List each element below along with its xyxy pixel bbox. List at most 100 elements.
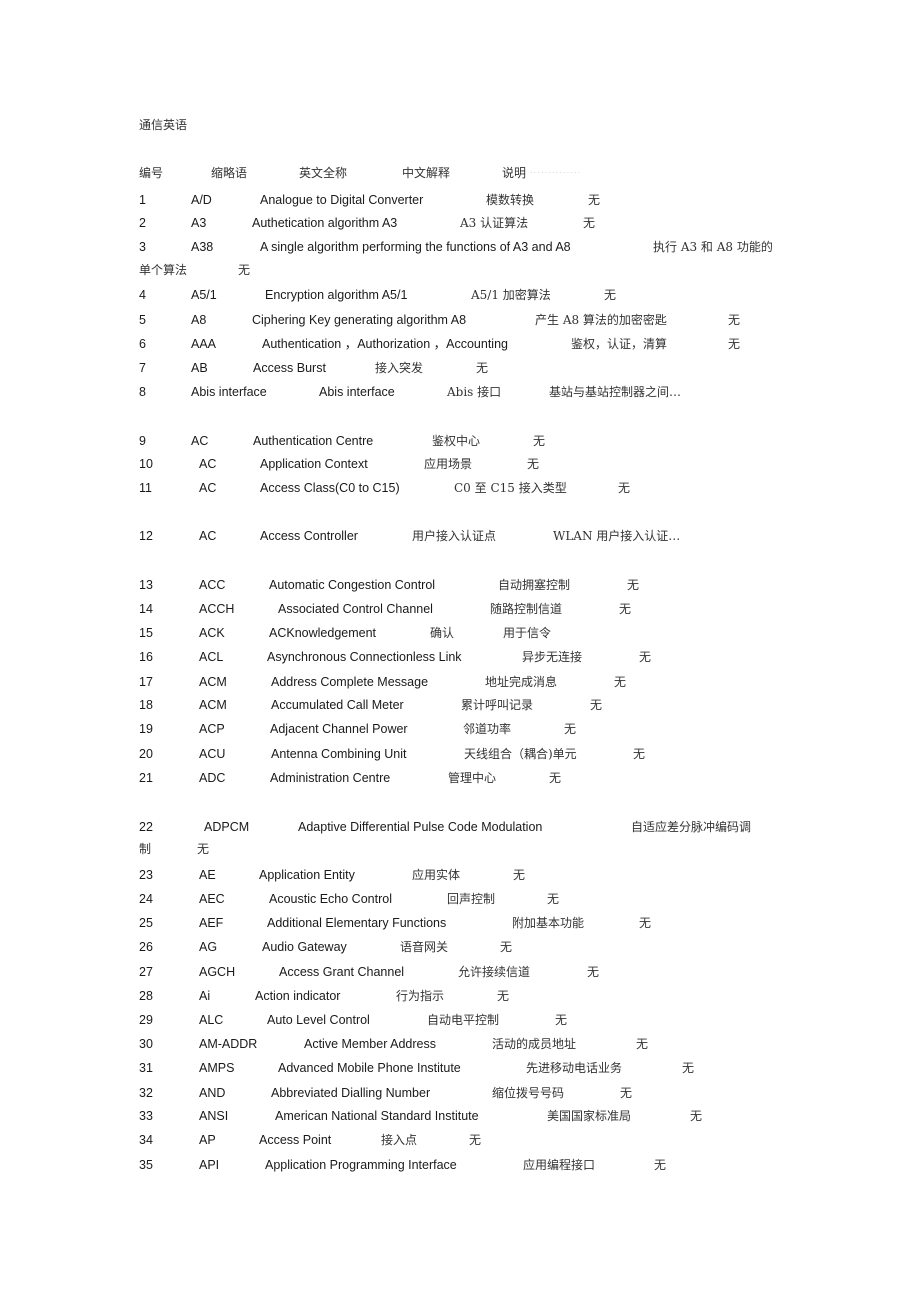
entry-note: 无 <box>633 747 646 761</box>
entry-chinese-name: 回声控制 <box>447 892 496 906</box>
entry-row: 15 ACK ACKnowledgement 确认 用于信令 <box>0 624 920 642</box>
entry-row: 1 A/D Analogue to Digital Converter 模数转换 无 <box>0 191 920 209</box>
entry-note: 无 <box>614 675 627 689</box>
entry-chinese-name: C0 至 C15 接入类型 <box>454 481 567 495</box>
entry-row: 7 AB Access Burst 接入突发 无 <box>0 359 920 377</box>
entry-row: 17 ACM Address Complete Message 地址完成消息 无 <box>0 673 920 691</box>
entry-chinese-name-continued: 制 <box>139 842 152 856</box>
entry-number: 18 <box>139 698 153 712</box>
entry-english-name: Authentication ，Authorization ，Accountin… <box>262 337 508 351</box>
entry-row: 27 AGCH Access Grant Channel 允许接续信道 无 <box>0 963 920 981</box>
entry-chinese-name: 允许接续信道 <box>458 965 531 979</box>
entry-english-name: Active Member Address <box>304 1037 436 1051</box>
entry-abbreviation: AC <box>199 457 217 471</box>
entry-english-name: Audio Gateway <box>262 940 347 954</box>
entry-row: 30 AM-ADDR Active Member Address 活动的成员地址 无 <box>0 1035 920 1053</box>
entry-abbreviation: AB <box>191 361 208 375</box>
entry-english-name: Associated Control Channel <box>278 602 433 616</box>
entry-chinese-name: A3 认证算法 <box>460 216 529 230</box>
entry-chinese-name: 天线组合（耦合)单元 <box>464 747 577 761</box>
entry-note: 无 <box>513 868 526 882</box>
entry-note: 无 <box>636 1037 649 1051</box>
entry-chinese-name: 鉴权，认证，清算 <box>571 337 668 351</box>
entry-number: 8 <box>139 385 146 399</box>
entry-note: 无 <box>690 1109 703 1123</box>
entry-number: 22 <box>139 820 153 834</box>
entry-english-name: ACKnowledgement <box>269 626 377 640</box>
entry-abbreviation: Abis interface <box>191 385 267 399</box>
entry-chinese-name: Abis 接口 <box>447 385 502 399</box>
header-abbr: 缩略语 <box>211 166 248 180</box>
entry-abbreviation: ACP <box>199 722 225 736</box>
entry-chinese-name: 应用实体 <box>412 868 461 882</box>
entry-abbreviation: AND <box>199 1086 226 1100</box>
entry-chinese-name: 鉴权中心 <box>432 434 481 448</box>
entry-number: 7 <box>139 361 146 375</box>
entry-number: 1 <box>139 193 146 207</box>
entry-chinese-name: 累计呼叫记录 <box>461 698 534 712</box>
entry-number: 21 <box>139 771 153 785</box>
entry-note: 无 <box>238 263 251 277</box>
entry-row: 24 AEC Acoustic Echo Control 回声控制 无 <box>0 890 920 908</box>
entry-chinese-name: 产生 A8 算法的加密密匙 <box>535 313 667 327</box>
entry-chinese-name: 地址完成消息 <box>485 675 558 689</box>
entry-abbreviation: ACM <box>199 675 227 689</box>
entry-chinese-name: 应用编程接口 <box>523 1158 596 1172</box>
entry-abbreviation: API <box>199 1158 220 1172</box>
entry-row: 4 A5/1 Encryption algorithm A5/1 A5/1 加密算法 无 <box>0 286 920 304</box>
entry-english-name: Acoustic Echo Control <box>269 892 392 906</box>
entry-number: 23 <box>139 868 153 882</box>
entry-number: 35 <box>139 1158 153 1172</box>
entry-english-name: Antenna Combining Unit <box>271 747 407 761</box>
entry-row: 32 AND Abbreviated Dialling Number 缩位拨号号码 无 <box>0 1084 920 1102</box>
entry-note: 无 <box>555 1013 568 1027</box>
entry-note: 无 <box>619 602 632 616</box>
entry-english-name: Automatic Congestion Control <box>269 578 436 592</box>
entry-chinese-name: 自适应差分脉冲编码调 <box>631 820 752 834</box>
entry-note: 无 <box>588 193 601 207</box>
entry-number: 3 <box>139 240 146 254</box>
entry-number: 34 <box>139 1133 153 1147</box>
entry-chinese-name: A5/1 加密算法 <box>471 288 551 302</box>
entry-row: 12 AC Access Controller 用户接入认证点 WLAN 用户接入认证… <box>0 527 920 545</box>
entry-row: 34 AP Access Point 接入点 无 <box>0 1131 920 1149</box>
entry-note: 无 <box>618 481 631 495</box>
entry-english-name: Accumulated Call Meter <box>271 698 404 712</box>
entry-number: 9 <box>139 434 146 448</box>
entry-number: 12 <box>139 529 153 543</box>
entry-chinese-name: 自动电平控制 <box>427 1013 500 1027</box>
entry-english-name: Authentication Centre <box>253 434 374 448</box>
entry-row: 18 ACM Accumulated Call Meter 累计呼叫记录 无 <box>0 696 920 714</box>
entry-abbreviation: ACU <box>199 747 226 761</box>
entry-note: 无 <box>476 361 489 375</box>
entry-note: 无 <box>527 457 540 471</box>
entry-abbreviation: A38 <box>191 240 214 254</box>
entry-abbreviation: A5/1 <box>191 288 217 302</box>
entry-note: 无 <box>639 916 652 930</box>
entry-row: 29 ALC Auto Level Control 自动电平控制 无 <box>0 1011 920 1029</box>
entry-english-name: Adaptive Differential Pulse Code Modulat… <box>298 820 543 834</box>
entry-chinese-name: 活动的成员地址 <box>492 1037 577 1051</box>
entry-note: 无 <box>197 842 210 856</box>
entry-abbreviation: AC <box>199 529 217 543</box>
entry-english-name: Access Controller <box>260 529 358 543</box>
entry-abbreviation: AP <box>199 1133 216 1147</box>
entry-abbreviation: AM-ADDR <box>199 1037 258 1051</box>
entry-row: 35 API Application Programming Interface 应用… <box>0 1156 920 1174</box>
entry-abbreviation: ACL <box>199 650 224 664</box>
entry-english-name: Abbreviated Dialling Number <box>271 1086 431 1100</box>
entry-abbreviation: AAA <box>191 337 217 351</box>
entry-note: 无 <box>583 216 596 230</box>
header-number: 编号 <box>139 166 164 180</box>
entry-number: 6 <box>139 337 146 351</box>
entry-english-name: Application Entity <box>259 868 355 882</box>
entry-chinese-name: 随路控制信道 <box>490 602 563 616</box>
entry-abbreviation: ADPCM <box>204 820 250 834</box>
entry-note: 无 <box>654 1158 667 1172</box>
entry-chinese-name: 用户接入认证点 <box>412 529 497 543</box>
entry-row: 14 ACCH Associated Control Channel 随路控制信道 无 <box>0 600 920 618</box>
entry-row: 31 AMPS Advanced Mobile Phone Institute 先进移… <box>0 1059 920 1077</box>
header-chinese: 中文解释 <box>402 166 451 180</box>
entry-abbreviation: AEC <box>199 892 225 906</box>
entry-abbreviation: AC <box>191 434 209 448</box>
